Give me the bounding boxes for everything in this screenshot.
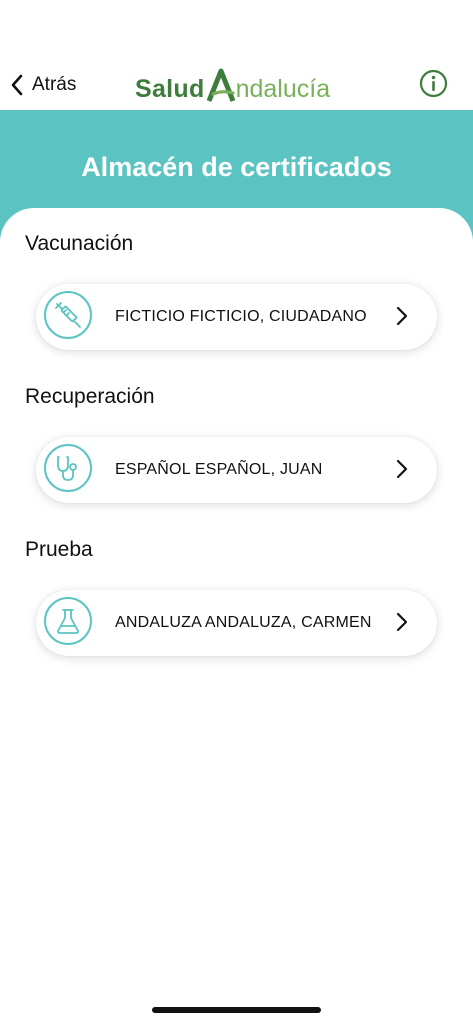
stethoscope-icon <box>44 444 92 492</box>
chevron-left-icon <box>11 74 23 96</box>
back-label: Atrás <box>32 74 77 95</box>
chevron-right-icon <box>396 306 408 326</box>
salud-andalucia-logo: Salud ndalucía <box>135 62 330 102</box>
page-title: Almacén de certificados <box>81 152 392 182</box>
chevron-right-icon <box>396 459 408 479</box>
certificate-card-recuperacion[interactable]: ESPAÑOL ESPAÑOL, JUAN <box>36 437 437 503</box>
chevron-right-icon <box>396 612 408 632</box>
section-title-prueba: Prueba <box>25 538 93 561</box>
top-navigation-bar: Atrás Salud ndalucía <box>0 0 473 110</box>
certificate-holder-name: FICTICIO FICTICIO, CIUDADANO <box>115 308 367 325</box>
certificate-holder-name: ANDALUZA ANDALUZA, CARMEN <box>115 614 372 631</box>
home-indicator[interactable] <box>152 1007 321 1013</box>
certificate-holder-name: ESPAÑOL ESPAÑOL, JUAN <box>115 461 323 478</box>
section-title-recuperacion: Recuperación <box>25 385 155 408</box>
back-button[interactable]: Atrás <box>10 72 76 98</box>
logo-text-salud: Salud <box>135 75 205 103</box>
logo-a-mark <box>206 68 235 102</box>
logo-text-ndalucia: ndalucía <box>235 75 331 103</box>
certificate-card-vacunacion[interactable]: FICTICIO FICTICIO, CIUDADANO <box>36 284 437 350</box>
certificate-card-prueba[interactable]: ANDALUZA ANDALUZA, CARMEN <box>36 590 437 656</box>
syringe-icon <box>44 291 92 339</box>
section-title-vacunacion: Vacunación <box>25 232 134 255</box>
flask-icon <box>44 597 92 645</box>
info-icon[interactable] <box>419 69 448 98</box>
